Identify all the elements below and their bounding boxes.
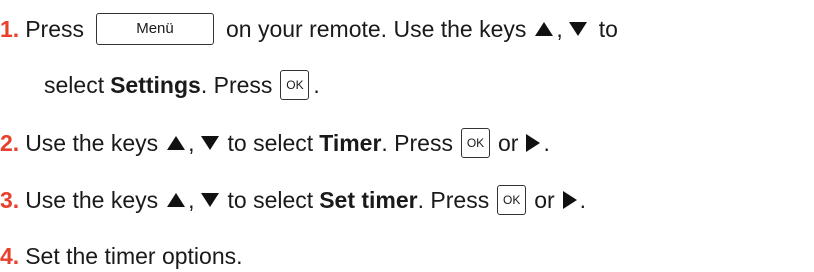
up-arrow-icon — [535, 22, 554, 36]
ok-key: OK — [280, 70, 310, 100]
bold-term: Settings — [110, 72, 201, 98]
comma: , — [556, 16, 563, 42]
period: . — [579, 187, 587, 213]
step-text: Use the keys — [25, 187, 159, 213]
ok-key: OK — [460, 128, 490, 158]
step-text: Use the keys — [25, 130, 159, 156]
step-text: or — [534, 187, 555, 213]
step-text: to select — [227, 130, 314, 156]
period: . — [543, 130, 550, 156]
step-text: to — [598, 16, 618, 42]
step-number: 1. — [0, 16, 20, 42]
right-arrow-icon — [526, 134, 541, 152]
down-arrow-icon — [200, 136, 219, 150]
right-arrow-icon — [562, 191, 577, 209]
period: . — [313, 72, 320, 98]
step-text: . Press — [200, 72, 273, 98]
comma: , — [188, 130, 195, 156]
step-number: 3. — [0, 187, 20, 213]
step-number: 2. — [0, 130, 20, 156]
up-arrow-icon — [167, 136, 186, 150]
step-text: . Press — [381, 130, 453, 156]
comma: , — [188, 187, 195, 213]
step-3: 3. Use the keys , to select Set timer . … — [0, 185, 586, 215]
step-2: 2. Use the keys , to select Timer . Pres… — [0, 128, 550, 158]
down-arrow-icon — [568, 22, 587, 36]
ok-key: OK — [497, 185, 527, 215]
step-text: . Press — [417, 187, 490, 213]
step-1-line-2: select Settings . Press OK . — [44, 70, 320, 100]
step-text: Press — [25, 16, 84, 42]
down-arrow-icon — [200, 193, 219, 207]
step-text: select — [44, 72, 105, 98]
up-arrow-icon — [167, 193, 186, 207]
step-4: 4. Set the timer options. — [0, 241, 243, 271]
step-1-line-1: 1. Press Menü on your remote. Use the ke… — [0, 13, 618, 45]
step-text: Set the timer options. — [25, 243, 243, 269]
step-text: on your remote. Use the keys — [225, 16, 527, 42]
step-number: 4. — [0, 243, 20, 269]
step-text: or — [497, 130, 519, 156]
step-text: to select — [227, 187, 314, 213]
menu-key: Menü — [95, 13, 214, 45]
bold-term: Set timer — [319, 187, 418, 213]
bold-term: Timer — [319, 130, 382, 156]
